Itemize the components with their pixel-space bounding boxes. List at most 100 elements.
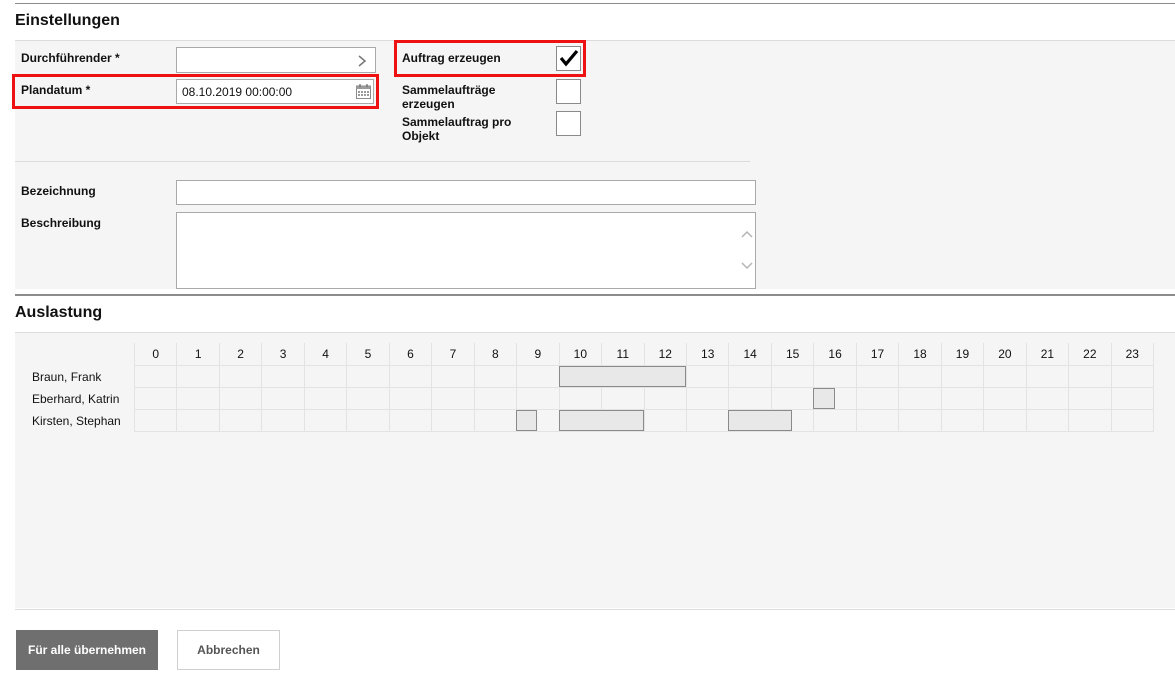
person-name: Kirsten, Stephan <box>32 414 121 428</box>
grid-cell <box>303 409 347 431</box>
grid-cell <box>1025 365 1069 387</box>
grid-cell <box>770 387 814 409</box>
grid-cell <box>261 387 304 409</box>
section-separator <box>15 294 1175 296</box>
beschreibung-label: Beschreibung <box>21 216 102 230</box>
durchfuehrender-label: Durchführender * <box>21 51 120 65</box>
hour-header-11: 11 <box>601 343 643 365</box>
grid-cell <box>1025 387 1069 409</box>
grid-cell <box>261 365 304 387</box>
grid-cell <box>431 365 474 387</box>
grid-cell <box>134 387 177 409</box>
grid-cell <box>388 409 432 431</box>
grid-cell <box>1025 409 1069 431</box>
hour-header-2: 2 <box>218 343 261 365</box>
sammel-label-line1: Sammelaufträge <box>402 83 496 97</box>
grid-cell <box>601 387 644 409</box>
grid-cell <box>176 365 219 387</box>
beschreibung-textarea[interactable] <box>176 212 756 289</box>
hour-header-5: 5 <box>346 343 388 365</box>
hour-header-0: 0 <box>134 343 176 365</box>
hour-header-8: 8 <box>473 343 516 365</box>
grid-cell <box>898 387 941 409</box>
plandatum-field[interactable]: 08.10.2019 00:00:00 <box>176 79 374 104</box>
grid-cell <box>218 387 262 409</box>
grid-cell <box>855 387 899 409</box>
grid-cell <box>1068 387 1111 409</box>
grid-cell <box>983 365 1026 387</box>
durchfuehrender-field[interactable] <box>176 47 376 73</box>
hour-header-15: 15 <box>770 343 813 365</box>
auftrag-checkbox[interactable] <box>556 46 581 71</box>
grid-cell <box>1110 409 1154 431</box>
hour-header-4: 4 <box>303 343 346 365</box>
grid-cell <box>898 365 941 387</box>
grid-cell <box>685 409 729 431</box>
auslastung-title: Auslastung <box>15 304 103 321</box>
hour-header-6: 6 <box>388 343 431 365</box>
grid-cell <box>218 409 262 431</box>
grid-cell <box>813 409 856 431</box>
hour-header-13: 13 <box>685 343 728 365</box>
apply-all-button[interactable]: Für alle übernehmen <box>16 630 158 670</box>
booking-bar[interactable] <box>813 388 835 409</box>
hour-header-18: 18 <box>898 343 940 365</box>
auftrag-label: Auftrag erzeugen <box>402 51 501 65</box>
grid-cell <box>1068 365 1111 387</box>
sammel-label-line2: erzeugen <box>402 97 455 111</box>
hour-header-9: 9 <box>516 343 558 365</box>
booking-bar[interactable] <box>558 366 686 387</box>
grid-cell <box>176 387 219 409</box>
booking-bar[interactable] <box>728 410 793 431</box>
calendar-icon[interactable] <box>356 84 371 99</box>
settings-divider <box>15 161 750 162</box>
settings-title: Einstellungen <box>15 12 120 29</box>
grid-cell <box>516 387 559 409</box>
cancel-button[interactable]: Abbrechen <box>177 630 280 670</box>
booking-bar[interactable] <box>558 410 644 431</box>
hour-header-20: 20 <box>983 343 1025 365</box>
grid-cell <box>388 387 432 409</box>
top-border <box>15 3 1175 4</box>
grid-cell <box>388 365 432 387</box>
hour-header-3: 3 <box>261 343 303 365</box>
hour-header-16: 16 <box>813 343 855 365</box>
sammel-checkbox[interactable] <box>556 79 581 104</box>
booking-bar[interactable] <box>516 410 538 431</box>
grid-cell <box>346 365 389 387</box>
grid-cell <box>940 387 984 409</box>
grid-right-line <box>1153 343 1154 432</box>
grid-cell <box>261 409 304 431</box>
hour-header-17: 17 <box>855 343 898 365</box>
grid-cell <box>1110 365 1154 387</box>
grid-cell <box>728 365 771 387</box>
grid-cell <box>134 409 177 431</box>
grid-cell <box>176 409 219 431</box>
bezeichnung-input[interactable] <box>176 180 756 205</box>
plandatum-label: Plandatum * <box>21 83 91 97</box>
grid-cell <box>473 387 517 409</box>
hour-header-12: 12 <box>643 343 686 365</box>
scroll-down-icon[interactable] <box>740 261 754 271</box>
chevron-right-icon[interactable] <box>357 54 367 68</box>
person-name: Eberhard, Katrin <box>32 392 120 406</box>
grid-cell <box>983 409 1026 431</box>
grid-cell <box>558 387 602 409</box>
grid-cell <box>983 387 1026 409</box>
sammel-objekt-label-line1: Sammelauftrag pro <box>402 115 512 129</box>
sammel-objekt-checkbox[interactable] <box>556 111 581 136</box>
person-name: Braun, Frank <box>32 370 102 384</box>
hour-header-1: 1 <box>176 343 218 365</box>
hour-header-22: 22 <box>1068 343 1110 365</box>
grid-cell <box>643 387 686 409</box>
plandatum-value: 08.10.2019 00:00:00 <box>182 85 293 99</box>
grid-cell <box>218 365 262 387</box>
hour-header-21: 21 <box>1025 343 1068 365</box>
grid-cell <box>473 365 517 387</box>
grid-cell <box>685 387 729 409</box>
grid-cell <box>770 365 814 387</box>
grid-cell <box>940 365 984 387</box>
grid-cell <box>940 409 984 431</box>
scroll-up-icon[interactable] <box>740 229 754 239</box>
grid-cell <box>728 387 771 409</box>
